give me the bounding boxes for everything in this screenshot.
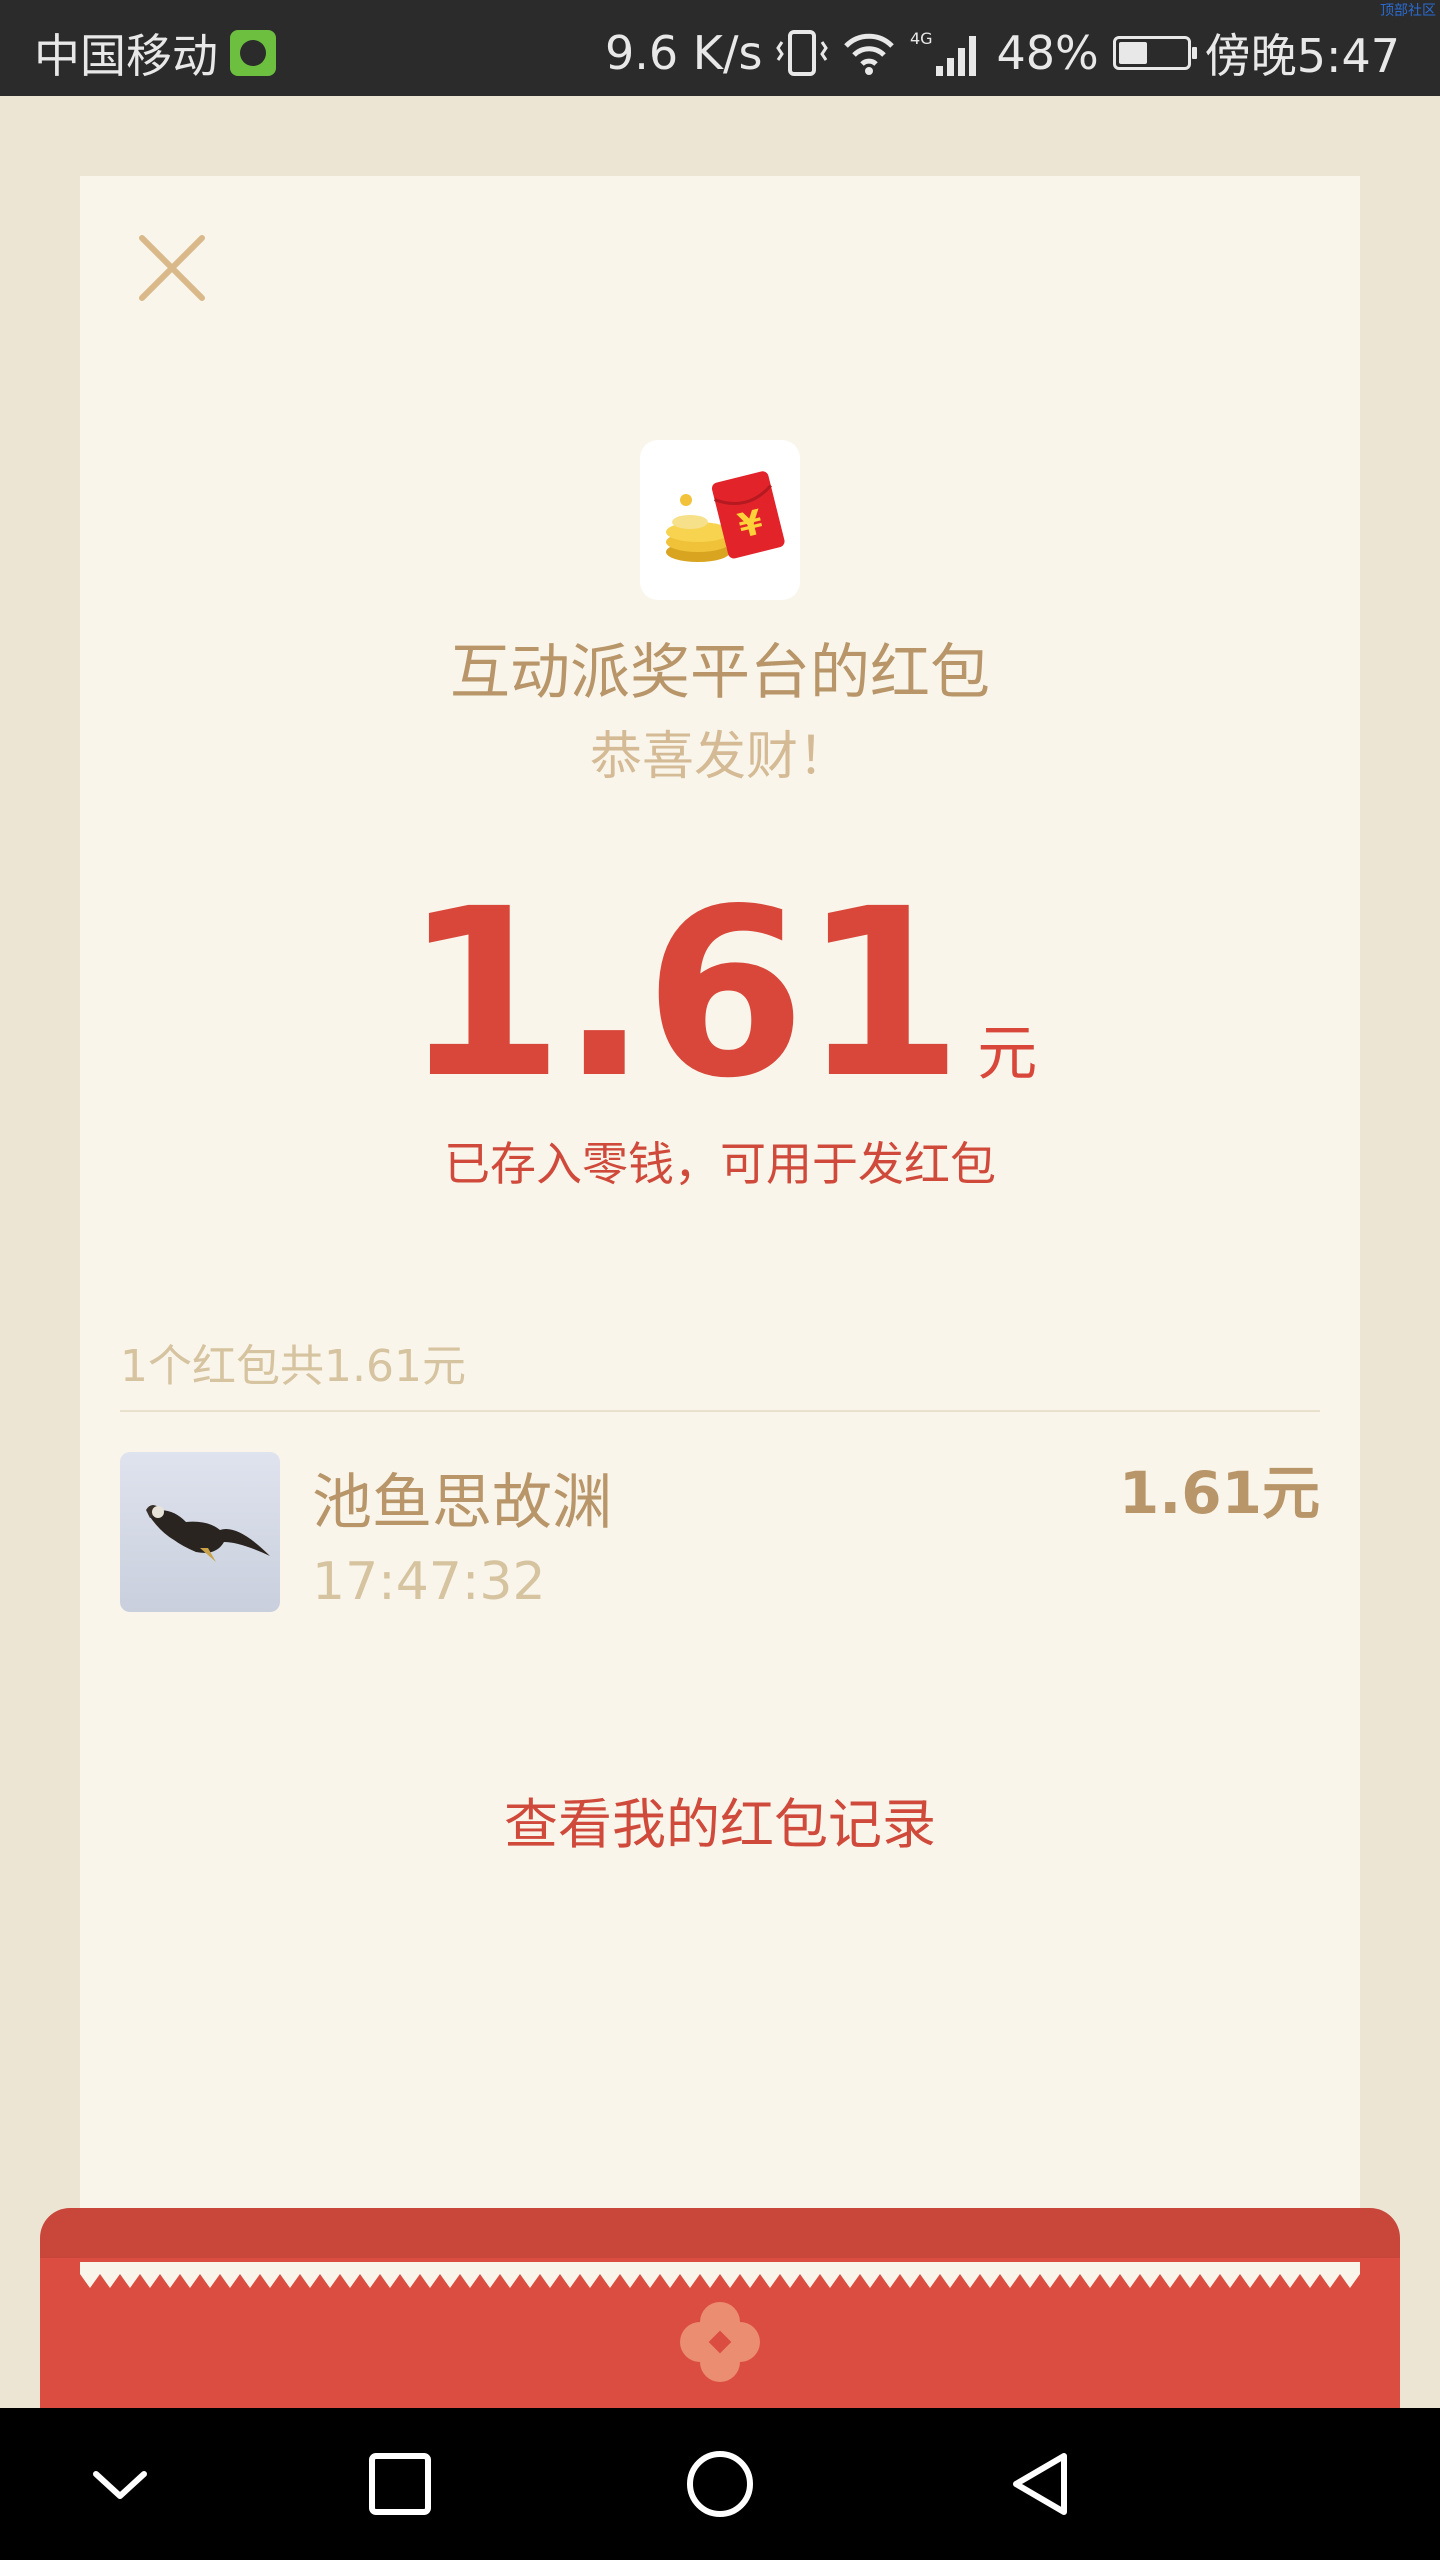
sender-app-icon: ¥ [640,440,800,600]
triangle-back-icon[interactable] [1000,2444,1080,2524]
clock: 傍晚5:47 [1204,29,1400,83]
packet-summary: 1个红包共1.61元 [120,1341,466,1392]
battery-icon [1112,36,1197,70]
eagle-photo [146,1505,270,1562]
receive-amount: 1.61元 [1118,1459,1320,1527]
receiver-name: 池鱼思故渊 [312,1468,612,1538]
notification-app-icon [230,30,276,76]
battery-percent: 48% [996,26,1099,80]
network-speed: 9.6 K/s [605,26,763,80]
status-bar: 中国移动 9.6 K/s 4G 48% 傍晚5:47 顶部社区 [0,0,1440,96]
cellular-signal-icon: 4G [910,29,977,76]
view-records-link[interactable]: 查看我的红包记录 [0,1780,1440,1859]
close-icon[interactable] [132,228,212,308]
greeting-message: 恭喜发财！ [589,727,850,787]
status-bar-left: 中国移动 [34,20,276,86]
carrier-name: 中国移动 [34,29,218,83]
sender-title: 互动派奖平台的红包 [450,638,990,708]
divider [120,1410,1320,1412]
vibrate-icon [776,30,829,76]
wifi-icon [844,33,895,75]
network-type-label: 4G [910,29,933,48]
amount-display: 1.61 元 [0,878,1440,1110]
circle-home-icon[interactable] [680,2444,760,2524]
status-bar-right: 9.6 K/s 4G 48% 傍晚5:47 [605,20,1400,86]
red-envelope-coins-icon: ¥ [666,471,785,562]
square-recent-icon[interactable] [360,2444,440,2524]
deposit-note: 已存入零钱，可用于发红包 [444,1137,996,1191]
corner-watermark: 顶部社区 [1380,3,1436,19]
amount-unit: 元 [977,1019,1038,1089]
chevron-down-icon[interactable] [80,2444,160,2524]
avatar[interactable] [120,1452,280,1612]
navigation-bar [0,2408,1440,2560]
amount-value: 1.61 [402,859,963,1129]
receive-time: 17:47:32 [312,1552,546,1612]
zigzag-edge [80,2262,1360,2288]
flower-ornament-icon [680,2302,760,2382]
